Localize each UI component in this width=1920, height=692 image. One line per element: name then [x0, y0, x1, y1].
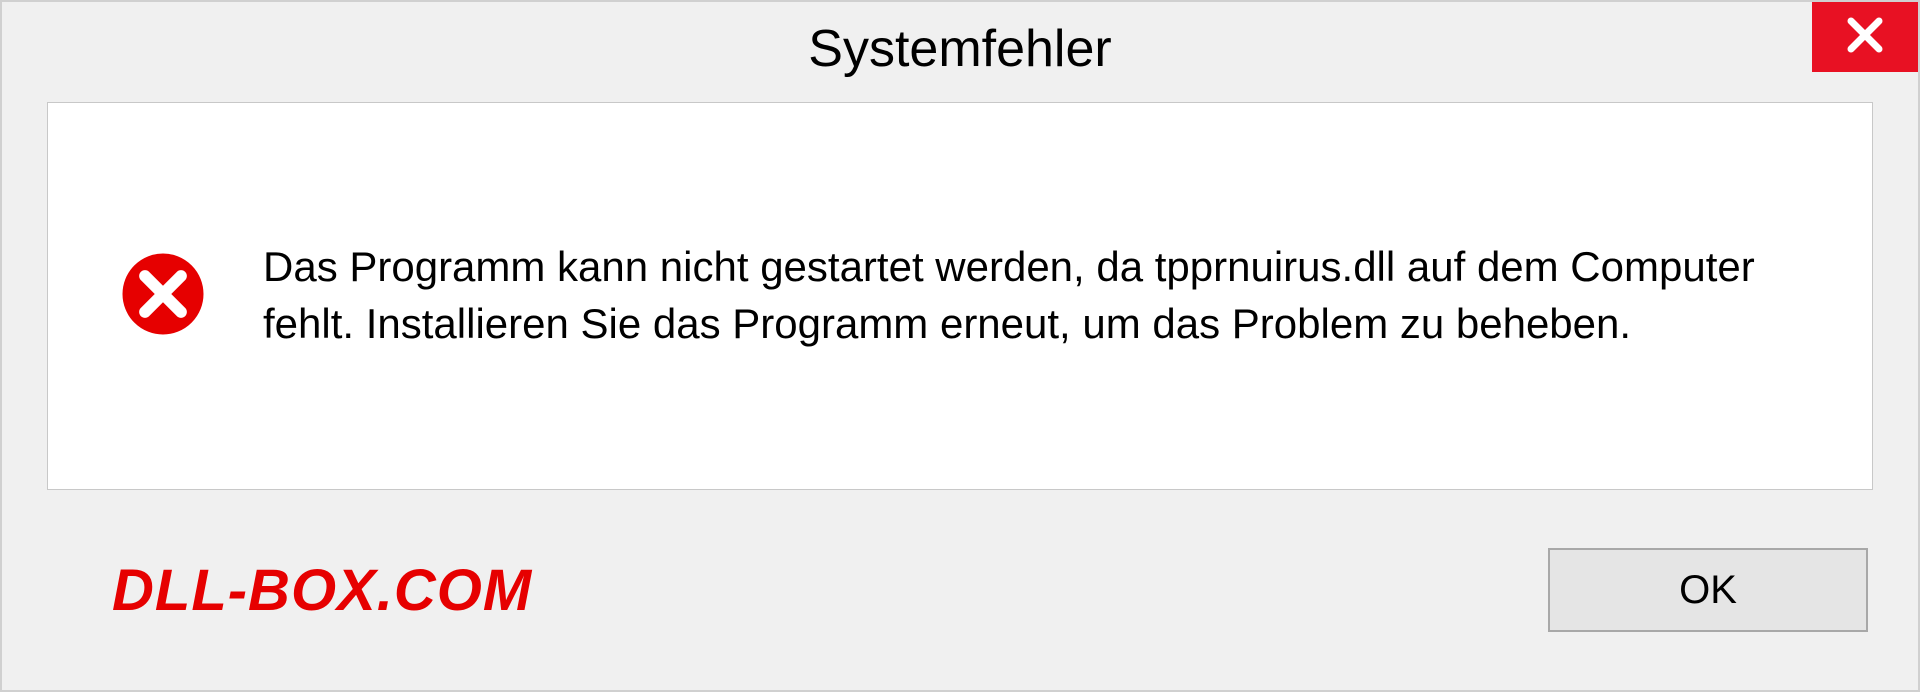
close-button[interactable]: [1812, 2, 1918, 72]
watermark-text: DLL-BOX.COM: [112, 557, 532, 624]
close-icon: [1845, 15, 1885, 60]
content-area: Das Programm kann nicht gestartet werden…: [47, 102, 1873, 490]
error-icon: [118, 249, 208, 344]
error-message: Das Programm kann nicht gestartet werden…: [263, 239, 1802, 352]
titlebar: Systemfehler: [2, 2, 1918, 96]
footer: DLL-BOX.COM OK: [2, 490, 1918, 690]
error-dialog: Systemfehler Das Programm kann nicht ges…: [0, 0, 1920, 692]
ok-button-label: OK: [1679, 568, 1737, 613]
ok-button[interactable]: OK: [1548, 548, 1868, 632]
dialog-title: Systemfehler: [808, 19, 1111, 79]
